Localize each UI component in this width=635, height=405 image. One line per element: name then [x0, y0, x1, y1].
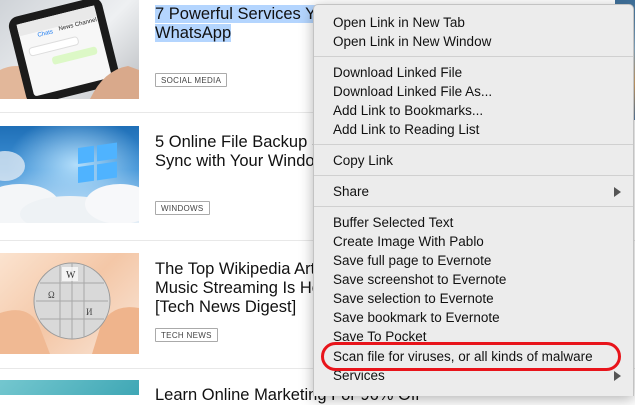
- article-thumbnail-windows[interactable]: [0, 126, 139, 223]
- menu-item-copy-link[interactable]: Copy Link: [314, 151, 633, 170]
- category-tag-windows[interactable]: WINDOWS: [155, 201, 210, 215]
- menu-item-save-screenshot-evernote[interactable]: Save screenshot to Evernote: [314, 270, 633, 289]
- menu-item-share-label: Share: [333, 184, 370, 199]
- menu-item-save-selection-evernote[interactable]: Save selection to Evernote: [314, 289, 633, 308]
- menu-item-open-link-new-tab[interactable]: Open Link in New Tab: [314, 13, 633, 32]
- menu-item-services-label: Services: [333, 368, 385, 383]
- menu-item-save-full-page-evernote[interactable]: Save full page to Evernote: [314, 251, 633, 270]
- article-title-line: Sync with Your Windows: [155, 152, 335, 170]
- menu-item-create-image-pablo[interactable]: Create Image With Pablo: [314, 232, 633, 251]
- menu-item-save-bookmark-evernote[interactable]: Save bookmark to Evernote: [314, 308, 633, 327]
- chevron-right-icon: [614, 371, 621, 381]
- menu-item-share[interactable]: Share: [314, 182, 633, 201]
- menu-item-download-linked-file-as[interactable]: Download Linked File As...: [314, 82, 633, 101]
- windows-logo-icon: [0, 126, 139, 223]
- menu-separator: [314, 206, 633, 207]
- wikipedia-globe-icon: W Ω И: [0, 262, 139, 354]
- article-title-line: WhatsApp: [155, 24, 232, 42]
- article-thumbnail-whatsapp[interactable]: Chats News Channel: [0, 0, 139, 99]
- menu-separator: [314, 175, 633, 176]
- category-tag-social-media[interactable]: SOCIAL MEDIA: [155, 73, 228, 87]
- menu-item-add-link-reading-list[interactable]: Add Link to Reading List: [314, 120, 633, 139]
- category-tag-tech-news[interactable]: TECH NEWS: [155, 328, 218, 342]
- chevron-right-icon: [614, 187, 621, 197]
- smartphone-icon: Chats News Channel: [0, 0, 139, 99]
- svg-text:W: W: [66, 270, 76, 281]
- context-menu: Open Link in New Tab Open Link in New Wi…: [313, 4, 634, 396]
- menu-item-scan-file-malware[interactable]: Scan file for viruses, or all kinds of m…: [314, 347, 633, 366]
- svg-text:И: И: [86, 307, 93, 317]
- menu-item-open-link-new-window[interactable]: Open Link in New Window: [314, 32, 633, 51]
- menu-separator: [314, 144, 633, 145]
- article-thumbnail-marketing[interactable]: [0, 380, 139, 395]
- menu-item-download-linked-file[interactable]: Download Linked File: [314, 63, 633, 82]
- menu-item-buffer-selected-text[interactable]: Buffer Selected Text: [314, 213, 633, 232]
- article-title-line: [Tech News Digest]: [155, 298, 297, 316]
- svg-text:Ω: Ω: [48, 290, 55, 300]
- menu-separator: [314, 56, 633, 57]
- menu-item-save-to-pocket[interactable]: Save To Pocket: [314, 327, 633, 346]
- menu-item-add-link-bookmarks[interactable]: Add Link to Bookmarks...: [314, 101, 633, 120]
- menu-item-services[interactable]: Services: [314, 366, 633, 385]
- article-thumbnail-wikipedia[interactable]: W Ω И: [0, 253, 139, 354]
- article-title-line: Music Streaming Is Here: [155, 279, 336, 297]
